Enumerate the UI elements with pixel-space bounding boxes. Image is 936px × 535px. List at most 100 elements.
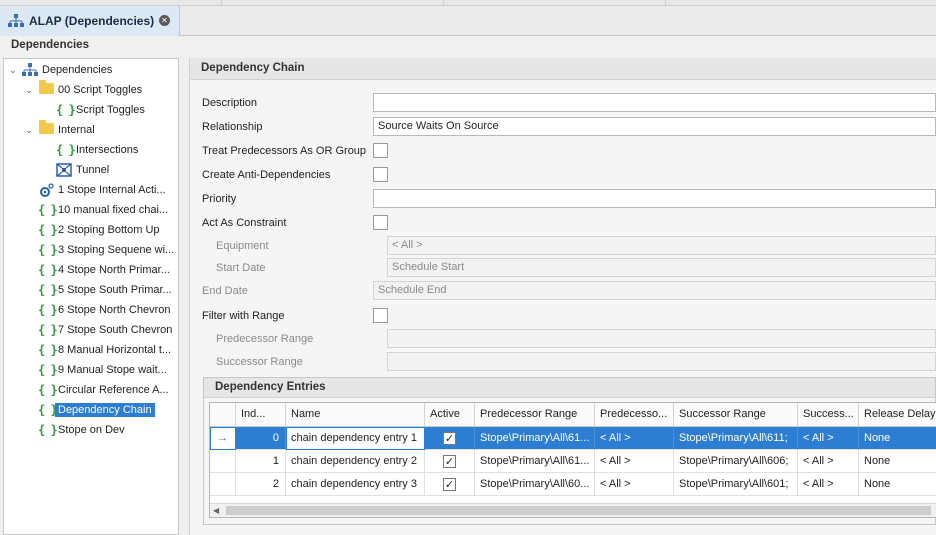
equipment-select[interactable]: < All > — [387, 236, 936, 255]
gear-script-icon — [40, 183, 54, 197]
column-header-release-delay[interactable]: Release Delay — [859, 403, 936, 427]
cell-successor-range[interactable]: Stope\Primary\All\601; — [674, 473, 798, 496]
cell-index[interactable]: 0 — [236, 427, 286, 450]
tree-node-label: 3 Stoping Sequene wi... — [58, 244, 175, 256]
column-header-predecessor-range[interactable]: Predecessor Range — [475, 403, 595, 427]
start-date-label: Start Date — [216, 262, 266, 274]
treat-or-label: Treat Predecessors As OR Group — [202, 145, 367, 157]
chevron-down-icon[interactable]: ⌄ — [8, 65, 18, 76]
cell-successor[interactable]: < All > — [798, 450, 859, 473]
constraint-label: Act As Constraint — [202, 217, 287, 229]
cell-active[interactable]: ✓ — [425, 450, 475, 473]
cell-active[interactable]: ✓ — [425, 427, 475, 450]
tree-node-label: Circular Reference A... — [58, 384, 169, 396]
priority-label: Priority — [202, 193, 237, 205]
tree-node-script[interactable]: 1 Stope Internal Acti... — [38, 180, 166, 200]
tree-node-label: 4 Stope North Primar... — [58, 264, 170, 276]
column-header-successor[interactable]: Success... — [798, 403, 859, 427]
cell-release-delay[interactable]: None — [859, 427, 936, 450]
tree-node-script[interactable]: { } 5 Stope South Primar... — [38, 280, 172, 300]
start-date-select[interactable]: Schedule Start — [387, 258, 936, 277]
cell-predecessor-range[interactable]: Stope\Primary\All\61... — [475, 427, 595, 450]
constraint-checkbox[interactable] — [373, 215, 388, 230]
predecessor-range-input[interactable] — [387, 329, 936, 348]
relationship-label: Relationship — [202, 121, 263, 133]
cell-index[interactable]: 1 — [236, 450, 286, 473]
successor-range-input[interactable] — [387, 352, 936, 371]
tree-node-folder[interactable]: ⌄ 00 Script Toggles — [24, 80, 142, 100]
tree-node-script-selected[interactable]: { } Dependency Chain — [38, 400, 155, 420]
chevron-down-icon[interactable]: ⌄ — [24, 125, 34, 136]
column-header-index[interactable]: Ind... — [236, 403, 286, 427]
script-braces-icon: { } — [38, 343, 58, 357]
cell-name[interactable]: chain dependency entry 2 — [286, 450, 425, 473]
cell-name[interactable]: chain dependency entry 1 — [286, 427, 425, 450]
cell-release-delay[interactable]: None — [859, 473, 936, 496]
cell-predecessor[interactable]: < All > — [595, 450, 674, 473]
tree-node-script[interactable]: { } 10 manual fixed chai... — [38, 200, 168, 220]
column-header-active[interactable]: Active — [425, 403, 475, 427]
tab-bar: ALAP (Dependencies) ✕ — [0, 6, 936, 36]
cell-successor[interactable]: < All > — [798, 473, 859, 496]
hierarchy-icon — [22, 63, 38, 76]
cell-successor[interactable]: < All > — [798, 427, 859, 450]
tab-alap-dependencies[interactable]: ALAP (Dependencies) ✕ — [0, 6, 180, 36]
cell-active[interactable]: ✓ — [425, 473, 475, 496]
tree-node-script[interactable]: { } Intersections — [56, 140, 138, 160]
cell-predecessor[interactable]: < All > — [595, 427, 674, 450]
tree-node-script[interactable]: { } 4 Stope North Primar... — [38, 260, 170, 280]
tree-node-root[interactable]: ⌄ Dependencies — [8, 60, 112, 80]
cell-predecessor-range[interactable]: Stope\Primary\All\61... — [475, 450, 595, 473]
description-label: Description — [202, 97, 258, 109]
tree-node-script[interactable]: { } 3 Stoping Sequene wi... — [38, 240, 174, 260]
tree-node-script[interactable]: { } 6 Stope North Chevron — [38, 300, 171, 320]
horizontal-scrollbar[interactable]: ◀ — [210, 503, 936, 517]
tree-node-folder[interactable]: ⌄ Internal — [24, 120, 95, 140]
description-input[interactable] — [373, 93, 936, 112]
priority-input[interactable] — [373, 189, 936, 208]
script-braces-icon: { } — [38, 383, 58, 397]
tree-node-label: 9 Manual Stope wait... — [58, 364, 167, 376]
script-braces-icon: { } — [56, 103, 76, 117]
scroll-left-icon[interactable]: ◀ — [213, 504, 219, 517]
predecessor-range-label: Predecessor Range — [216, 333, 314, 345]
close-icon[interactable]: ✕ — [159, 15, 170, 26]
treat-or-checkbox[interactable] — [373, 143, 388, 158]
cell-successor-range[interactable]: Stope\Primary\All\606; — [674, 450, 798, 473]
tree-node-label: 5 Stope South Primar... — [58, 284, 172, 296]
script-braces-icon: { } — [38, 283, 58, 297]
script-braces-icon: { } — [38, 403, 58, 417]
tree-node-label: 00 Script Toggles — [58, 84, 143, 96]
scrollbar-thumb[interactable] — [226, 506, 931, 515]
end-date-label: End Date — [202, 285, 248, 297]
active-checkbox[interactable]: ✓ — [443, 431, 456, 445]
filter-range-label: Filter with Range — [202, 310, 285, 322]
tree-node-label: 6 Stope North Chevron — [58, 304, 171, 316]
cell-successor-range[interactable]: Stope\Primary\All\611; — [674, 427, 798, 450]
entries-grid: Ind... Name Active Predecessor Range Pre… — [209, 402, 936, 518]
tree-node-script[interactable]: { } Stope on Dev — [38, 420, 125, 440]
cell-name[interactable]: chain dependency entry 3 — [286, 473, 425, 496]
tree-node-script[interactable]: { } 2 Stoping Bottom Up — [38, 220, 160, 240]
cell-index[interactable]: 2 — [236, 473, 286, 496]
tree-node-script[interactable]: { } 8 Manual Horizontal t... — [38, 340, 171, 360]
chevron-down-icon[interactable]: ⌄ — [24, 85, 34, 96]
anti-dependencies-checkbox[interactable] — [373, 167, 388, 182]
filter-range-checkbox[interactable] — [373, 308, 388, 323]
tree-node-script[interactable]: { } Script Toggles — [56, 100, 145, 120]
column-header-predecessor[interactable]: Predecesso... — [595, 403, 674, 427]
tree-node-script[interactable]: { } 7 Stope South Chevron — [38, 320, 172, 340]
column-header-successor-range[interactable]: Successor Range — [674, 403, 798, 427]
column-header-name[interactable]: Name — [286, 403, 425, 427]
cell-release-delay[interactable]: None — [859, 450, 936, 473]
relationship-select[interactable]: Source Waits On Source — [373, 117, 936, 136]
cell-predecessor[interactable]: < All > — [595, 473, 674, 496]
tree-node-script[interactable]: { } 9 Manual Stope wait... — [38, 360, 167, 380]
tree-node-script[interactable]: { } Circular Reference A... — [38, 380, 169, 400]
active-checkbox[interactable]: ✓ — [443, 477, 456, 491]
tree-node-tunnel[interactable]: Tunnel — [56, 160, 109, 180]
active-checkbox[interactable]: ✓ — [443, 454, 456, 468]
end-date-select[interactable]: Schedule End — [373, 281, 936, 300]
cell-predecessor-range[interactable]: Stope\Primary\All\60... — [475, 473, 595, 496]
hierarchy-icon — [8, 14, 24, 27]
